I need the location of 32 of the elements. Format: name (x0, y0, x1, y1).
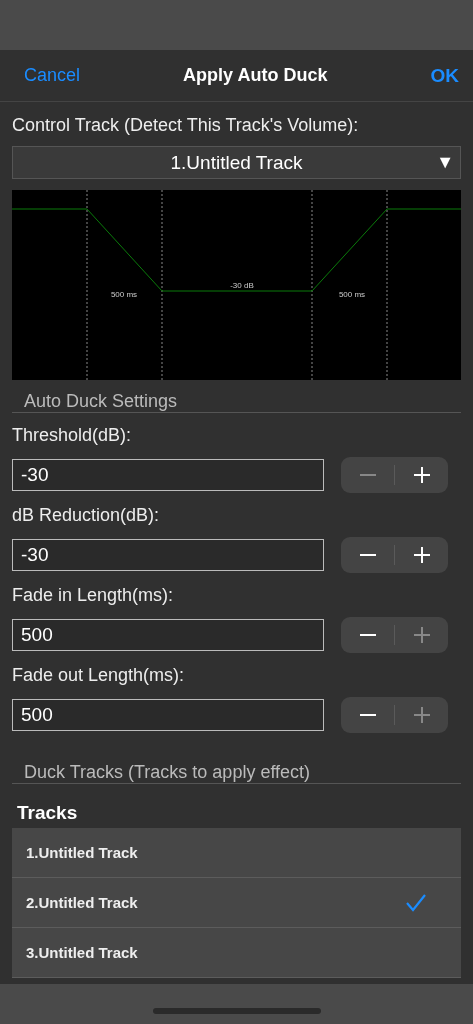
caret-icon: ▼ (436, 152, 454, 173)
track-name: 3.Untitled Track (26, 944, 138, 961)
field-label: Threshold(dB): (12, 424, 133, 446)
fade-in-label: 500 ms (110, 290, 138, 299)
input-field[interactable]: 500 (12, 699, 324, 731)
track-name: 1.Untitled Track (26, 844, 138, 861)
field-label: dB Reduction(dB): (12, 504, 161, 526)
track-row[interactable]: 3.Untitled Track (12, 928, 461, 978)
track-row[interactable]: 1.Untitled Track (12, 828, 461, 878)
input-field[interactable]: -30 (12, 459, 324, 491)
control-track-label: Control Track (Detect This Track's Volume): (12, 114, 360, 136)
input-field[interactable]: -30 (12, 539, 324, 571)
track-row[interactable]: 2.Untitled Track (12, 878, 461, 928)
track-name: 2.Untitled Track (26, 894, 138, 911)
plus-icon (413, 547, 430, 563)
minus-icon (359, 554, 376, 556)
field-label: Fade in Length(ms): (12, 584, 175, 606)
ok-button[interactable]: OK (430, 64, 459, 87)
input-field[interactable]: 500 (12, 619, 324, 651)
plus-icon (413, 707, 430, 723)
track-dropdown[interactable]: 1.Untitled Track ▼ (12, 146, 461, 179)
field-label: Fade out Length(ms): (12, 664, 186, 686)
reduction-label: -30 dB (230, 281, 254, 290)
minus-icon (359, 474, 376, 476)
cancel-button[interactable]: Cancel (24, 65, 81, 86)
plus-icon (413, 627, 430, 643)
minus-icon (359, 634, 376, 636)
minus-icon (359, 714, 376, 716)
fade-out-label: 500 ms (338, 290, 366, 299)
tracks-title: Tracks (17, 802, 79, 824)
window-title: Apply Auto Duck (183, 65, 328, 86)
plus-icon (413, 467, 430, 483)
